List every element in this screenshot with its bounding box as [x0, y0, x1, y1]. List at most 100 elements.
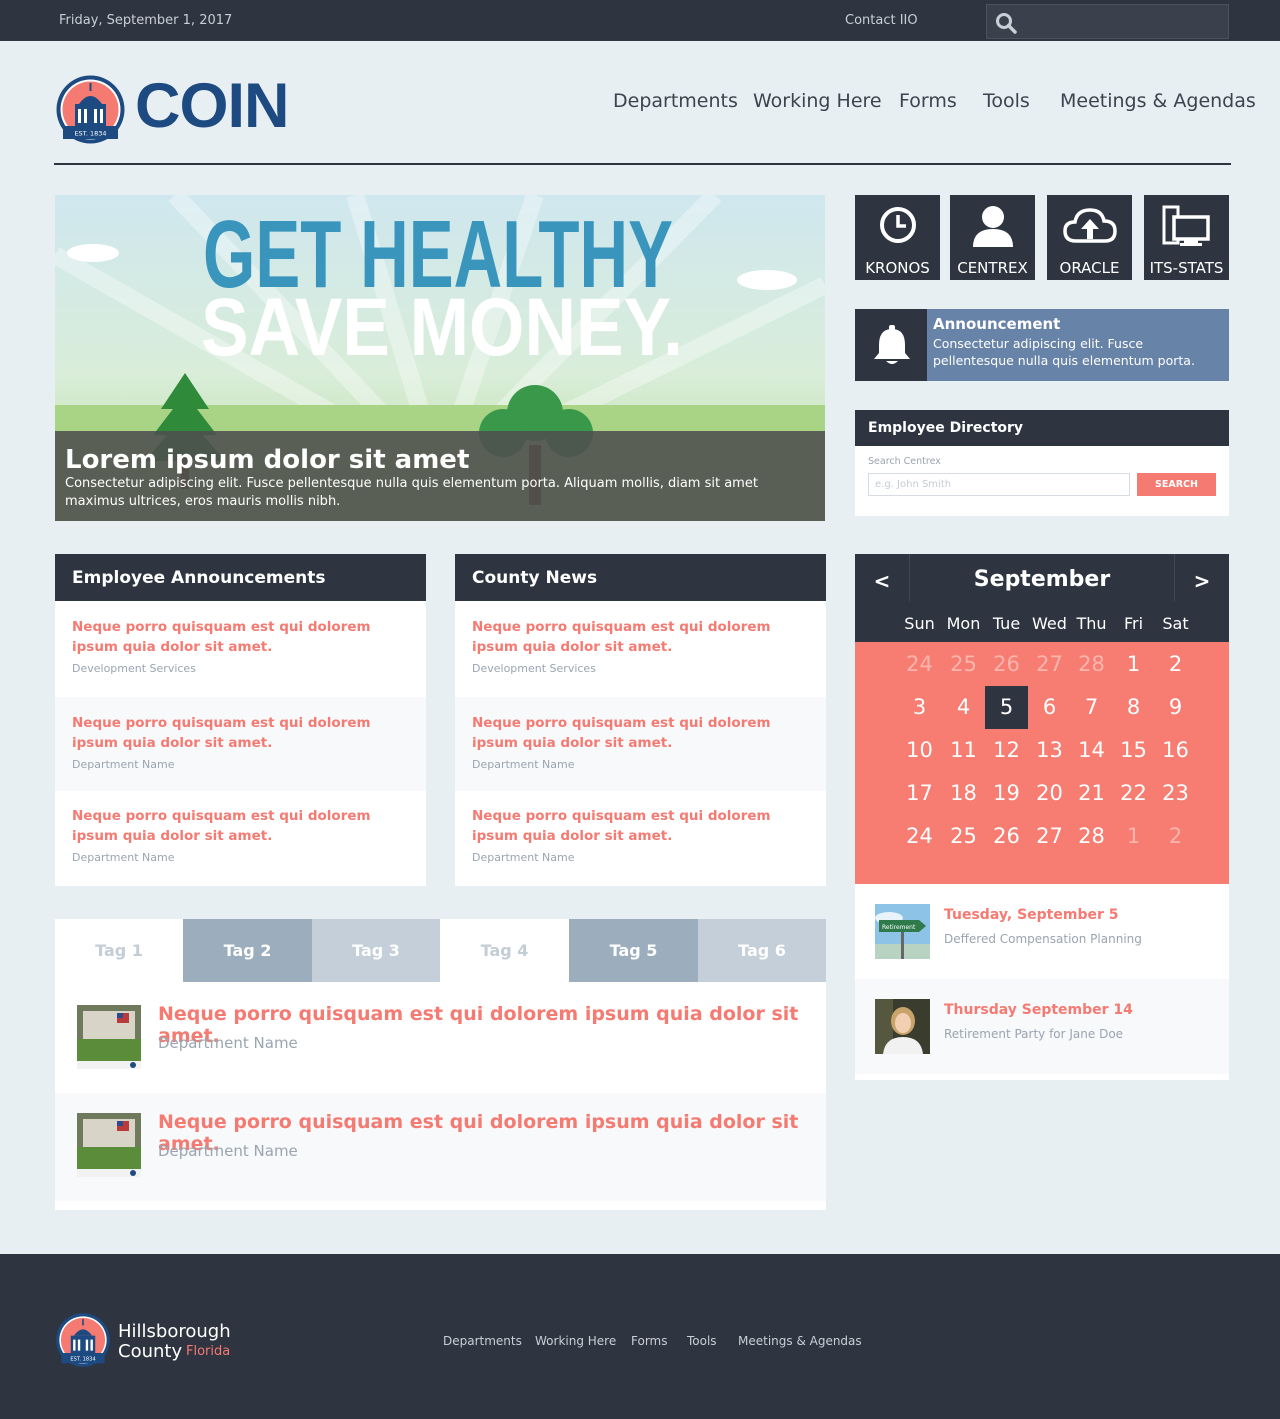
- county-seal-logo[interactable]: EST. 1834: [55, 1312, 111, 1368]
- calendar-day[interactable]: 5: [985, 686, 1028, 729]
- calendar-day[interactable]: 13: [1028, 729, 1071, 772]
- tab-tag-6[interactable]: Tag 6: [698, 919, 826, 982]
- event-title: Deffered Compensation Planning: [944, 932, 1142, 946]
- calendar-day[interactable]: 3: [898, 686, 941, 729]
- top-search[interactable]: [986, 4, 1229, 39]
- calendar-day[interactable]: 8: [1112, 686, 1155, 729]
- top-search-input[interactable]: [1025, 10, 1221, 34]
- clock-icon: [879, 207, 916, 243]
- calendar-day[interactable]: 4: [942, 686, 985, 729]
- tile-its-stats[interactable]: ITS-STATS: [1144, 195, 1229, 280]
- event-date[interactable]: Thursday September 14: [944, 1002, 1133, 1018]
- nav-meetings-agendas[interactable]: Meetings & Agendas: [1060, 90, 1256, 112]
- calendar-day[interactable]: 27: [1028, 643, 1071, 686]
- calendar-day[interactable]: 15: [1112, 729, 1155, 772]
- tab-tag-4[interactable]: Tag 4: [440, 919, 569, 982]
- calendar-nav: < September >: [855, 554, 1229, 601]
- directory-search-input[interactable]: [868, 473, 1130, 496]
- calendar-day[interactable]: 6: [1028, 686, 1071, 729]
- calendar-day[interactable]: 28: [1070, 815, 1113, 858]
- footer-nav-working-here[interactable]: Working Here: [535, 1334, 616, 1348]
- calendar-next-button[interactable]: >: [1174, 554, 1229, 601]
- list-item[interactable]: Neque porro quisquam est qui dolorem ips…: [55, 1093, 826, 1201]
- item-title[interactable]: Neque porro quisquam est qui dolorem ips…: [72, 806, 372, 846]
- calendar-prev-button[interactable]: <: [855, 554, 910, 601]
- site-brand[interactable]: COIN: [135, 70, 289, 142]
- event-item[interactable]: Thursday September 14 Retirement Party f…: [855, 979, 1229, 1074]
- calendar-day[interactable]: 1: [1112, 643, 1155, 686]
- hero-title[interactable]: Lorem ipsum dolor sit amet: [65, 445, 469, 475]
- calendar-day[interactable]: 18: [942, 772, 985, 815]
- calendar-day[interactable]: 10: [898, 729, 941, 772]
- item-department: Development Services: [472, 662, 596, 675]
- nav-forms[interactable]: Forms: [899, 90, 957, 112]
- directory-search-button[interactable]: SEARCH: [1137, 473, 1216, 496]
- tab-tag-1[interactable]: Tag 1: [55, 919, 183, 982]
- calendar-weekdays: Sun Mon Tue Wed Thu Fri Sat: [855, 601, 1229, 642]
- nav-departments[interactable]: Departments: [613, 90, 738, 112]
- calendar-day[interactable]: 2: [1154, 643, 1197, 686]
- item-title[interactable]: Neque porro quisquam est qui dolorem ips…: [472, 713, 772, 753]
- calendar-day[interactable]: 1: [1112, 815, 1155, 858]
- calendar-day[interactable]: 28: [1070, 643, 1113, 686]
- nav-tools[interactable]: Tools: [983, 90, 1030, 112]
- item-title[interactable]: Neque porro quisquam est qui dolorem ips…: [72, 617, 372, 657]
- list-item[interactable]: Neque porro quisquam est qui dolorem ips…: [55, 985, 826, 1093]
- list-item[interactable]: Neque porro quisquam est qui dolorem ips…: [455, 790, 826, 884]
- calendar-day[interactable]: 20: [1028, 772, 1071, 815]
- footer-nav-forms[interactable]: Forms: [631, 1334, 667, 1348]
- tile-centrex[interactable]: CENTREX: [950, 195, 1035, 280]
- tile-oracle[interactable]: ORACLE: [1047, 195, 1132, 280]
- footer-nav-tools[interactable]: Tools: [687, 1334, 717, 1348]
- weekday-fri: Fri: [1123, 614, 1144, 633]
- footer-nav-departments[interactable]: Departments: [443, 1334, 522, 1348]
- footer-nav-meetings-agendas[interactable]: Meetings & Agendas: [738, 1334, 862, 1348]
- event-date[interactable]: Tuesday, September 5: [944, 907, 1119, 923]
- calendar-day[interactable]: 27: [1028, 815, 1071, 858]
- calendar-day[interactable]: 25: [942, 643, 985, 686]
- list-item[interactable]: Neque porro quisquam est qui dolorem ips…: [55, 790, 426, 884]
- directory-search-label: Search Centrex: [868, 456, 941, 467]
- calendar-day[interactable]: 22: [1112, 772, 1155, 815]
- calendar-day[interactable]: 7: [1070, 686, 1113, 729]
- person-photo: [875, 999, 930, 1054]
- list-item[interactable]: Neque porro quisquam est qui dolorem ips…: [455, 601, 826, 695]
- county-seal-logo[interactable]: EST. 1834: [55, 74, 126, 145]
- calendar-day[interactable]: 11: [942, 729, 985, 772]
- tab-tag-2[interactable]: Tag 2: [183, 919, 312, 982]
- nav-working-here[interactable]: Working Here: [753, 90, 882, 112]
- monitor-icon: [1162, 205, 1210, 246]
- calendar-day[interactable]: 26: [985, 815, 1028, 858]
- contact-link[interactable]: Contact IIO: [845, 13, 918, 28]
- tile-kronos[interactable]: KRONOS: [855, 195, 940, 280]
- item-title[interactable]: Neque porro quisquam est qui dolorem ips…: [472, 806, 772, 846]
- calendar-day[interactable]: 24: [898, 643, 941, 686]
- employee-announcements-panel: Employee Announcements Neque porro quisq…: [55, 554, 426, 886]
- calendar-day[interactable]: 14: [1070, 729, 1113, 772]
- tab-tag-3[interactable]: Tag 3: [312, 919, 440, 982]
- hero-text: Consectetur adipiscing elit. Fusce pelle…: [65, 476, 758, 509]
- calendar-day[interactable]: 23: [1154, 772, 1197, 815]
- calendar-day[interactable]: 17: [898, 772, 941, 815]
- calendar-day[interactable]: 24: [898, 815, 941, 858]
- calendar-day[interactable]: 9: [1154, 686, 1197, 729]
- calendar-day[interactable]: 16: [1154, 729, 1197, 772]
- calendar-day[interactable]: 26: [985, 643, 1028, 686]
- calendar-day[interactable]: 19: [985, 772, 1028, 815]
- list-item[interactable]: Neque porro quisquam est qui dolorem ips…: [55, 697, 426, 791]
- tab-tag-5[interactable]: Tag 5: [569, 919, 698, 982]
- calendar-day[interactable]: 12: [985, 729, 1028, 772]
- list-item[interactable]: Neque porro quisquam est qui dolorem ips…: [455, 697, 826, 791]
- event-item[interactable]: Retirement Tuesday, September 5 Deffered…: [855, 884, 1229, 979]
- item-title[interactable]: Neque porro quisquam est qui dolorem ips…: [472, 617, 772, 657]
- house-thumbnail: [77, 1113, 141, 1177]
- calendar-day[interactable]: 2: [1154, 815, 1197, 858]
- list-item[interactable]: Neque porro quisquam est qui dolorem ips…: [55, 601, 426, 695]
- calendar-day[interactable]: 25: [942, 815, 985, 858]
- hero-banner[interactable]: GET HEALTHY SAVE MONEY. Lorem ipsum dolo…: [55, 195, 825, 521]
- calendar-day[interactable]: 21: [1070, 772, 1113, 815]
- item-title[interactable]: Neque porro quisquam est qui dolorem ips…: [72, 713, 372, 753]
- announcement-box[interactable]: Announcement Consectetur adipiscing elit…: [855, 309, 1229, 381]
- event-title: Retirement Party for Jane Doe: [944, 1027, 1124, 1041]
- search-icon[interactable]: [995, 12, 1017, 34]
